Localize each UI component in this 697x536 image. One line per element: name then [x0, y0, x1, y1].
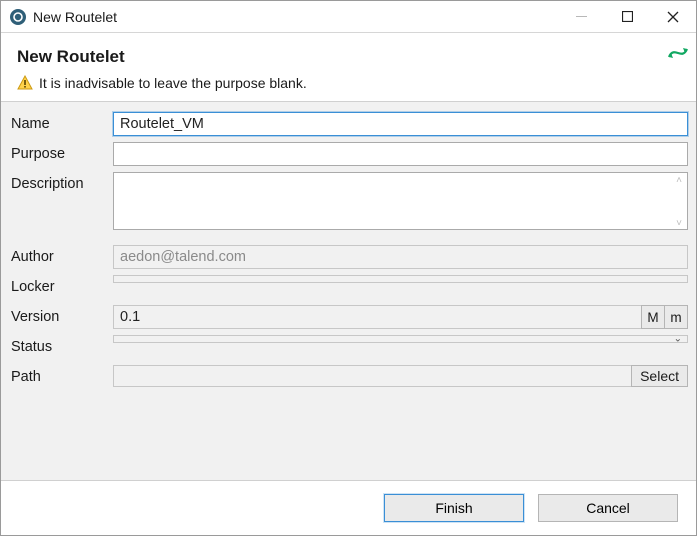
version-minor-button[interactable]: m	[664, 305, 688, 329]
label-path: Path	[9, 365, 113, 389]
minimize-button[interactable]	[558, 1, 604, 33]
description-textarea[interactable]	[113, 172, 688, 230]
window-title: New Routelet	[33, 9, 117, 25]
select-path-button[interactable]: Select	[631, 365, 688, 387]
path-field	[113, 365, 632, 387]
locker-field	[113, 275, 688, 283]
label-version: Version	[9, 305, 113, 329]
author-field: aedon@talend.com	[113, 245, 688, 269]
label-status: Status	[9, 335, 113, 359]
finish-button[interactable]: Finish	[384, 494, 524, 522]
warning-text: It is inadvisable to leave the purpose b…	[39, 75, 307, 91]
purpose-input[interactable]	[113, 142, 688, 166]
app-icon	[9, 8, 27, 26]
label-author: Author	[9, 245, 113, 269]
label-purpose: Purpose	[9, 142, 113, 166]
button-bar: Finish Cancel	[1, 481, 696, 535]
route-icon	[666, 41, 690, 65]
status-value	[113, 335, 688, 343]
status-combobox[interactable]: ⌄	[113, 335, 688, 343]
titlebar: New Routelet	[1, 1, 696, 33]
label-locker: Locker	[9, 275, 113, 299]
dialog-window: New Routelet New Routelet It is inadvisa…	[0, 0, 697, 536]
dialog-header: New Routelet It is inadvisable to leave …	[1, 33, 696, 102]
name-input[interactable]	[113, 112, 688, 136]
cancel-button[interactable]: Cancel	[538, 494, 678, 522]
version-field: 0.1	[113, 305, 642, 329]
form-area: Name Purpose Description ˄ ˅ Author	[1, 102, 696, 481]
dialog-heading: New Routelet	[17, 47, 680, 67]
label-description: Description	[9, 172, 113, 196]
chevron-down-icon: ⌄	[674, 334, 682, 345]
label-name: Name	[9, 112, 113, 136]
version-major-button[interactable]: M	[641, 305, 665, 329]
close-button[interactable]	[650, 1, 696, 33]
maximize-button[interactable]	[604, 1, 650, 33]
warning-icon	[17, 75, 33, 91]
warning-message: It is inadvisable to leave the purpose b…	[17, 75, 680, 91]
